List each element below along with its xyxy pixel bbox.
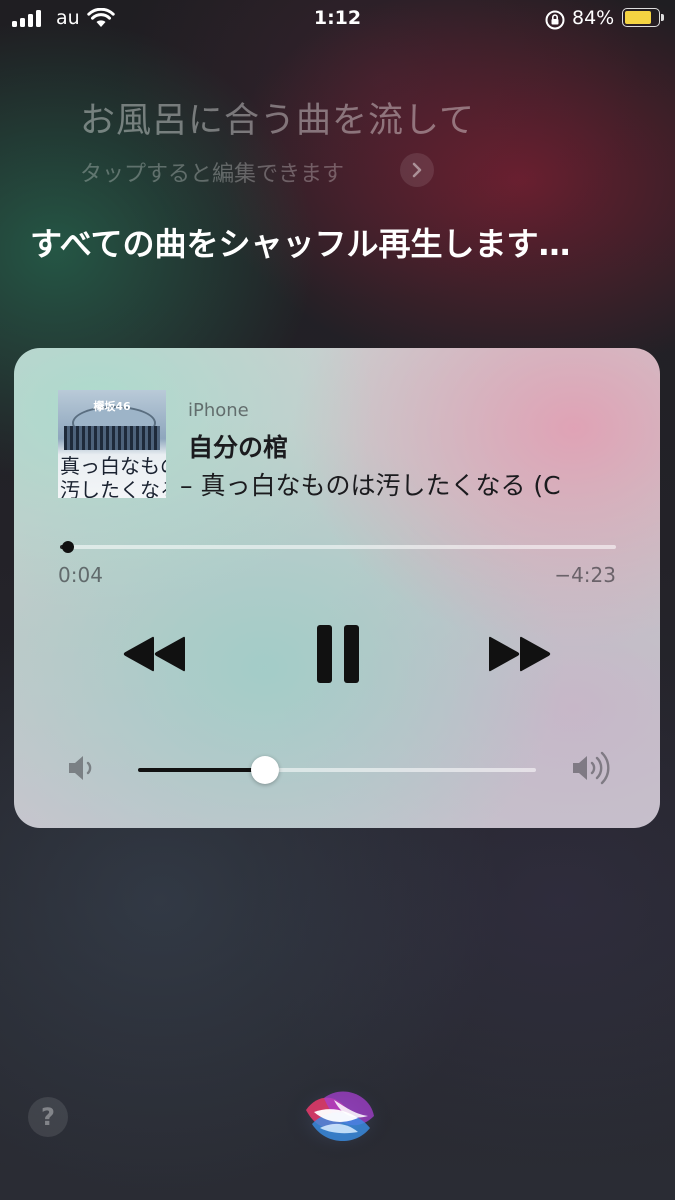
volume-low-icon [66,753,100,787]
fast-forward-button[interactable] [482,628,558,680]
tap-to-edit-hint[interactable]: タップすると編集できます [80,156,344,188]
album-art[interactable]: 欅坂46 真っ白なものは 汚したくなる [58,390,166,498]
help-button[interactable]: ? [28,1097,68,1137]
siri-query-text[interactable]: お風呂に合う曲を流して [80,92,475,143]
progress-bar[interactable] [60,541,616,553]
remaining-time: −4:23 [554,563,616,587]
volume-knob[interactable] [251,756,280,784]
rotation-lock-icon [544,9,566,35]
elapsed-time: 0:04 [58,563,103,587]
song-subtitle-container: – 真っ白なものは汚したくなる (C [180,466,610,502]
song-subtitle: – 真っ白なものは汚したくなる (C [180,471,561,500]
progress-scrubber[interactable] [62,541,75,553]
volume-slider[interactable] [138,756,536,784]
chevron-right-icon [412,162,422,178]
pause-button[interactable] [302,622,374,686]
fast-forward-icon [489,636,551,672]
battery-icon [622,8,664,27]
volume-high-icon [570,751,618,789]
battery-percentage: 84% [572,7,615,29]
siri-orb-button[interactable] [284,1076,394,1160]
siri-response-text: すべての曲をシャッフル再生します… [30,225,571,263]
rewind-icon [123,636,185,672]
playback-source: iPhone [188,400,249,421]
siri-orb-icon [285,1077,393,1159]
volume-fill [138,768,266,772]
status-bar: au 1:12 84% [0,0,675,38]
pause-icon [317,625,359,683]
now-playing-card[interactable]: 欅坂46 真っ白なものは 汚したくなる iPhone 自分の棺 – 真っ白なもの… [14,348,660,828]
rewind-button[interactable] [116,628,192,680]
edit-chevron-button[interactable] [400,153,434,187]
album-art-band: 欅坂46 [93,400,131,413]
album-art-text-line2: 汚したくなる [60,478,166,498]
song-title: 自分の棺 [188,433,289,462]
